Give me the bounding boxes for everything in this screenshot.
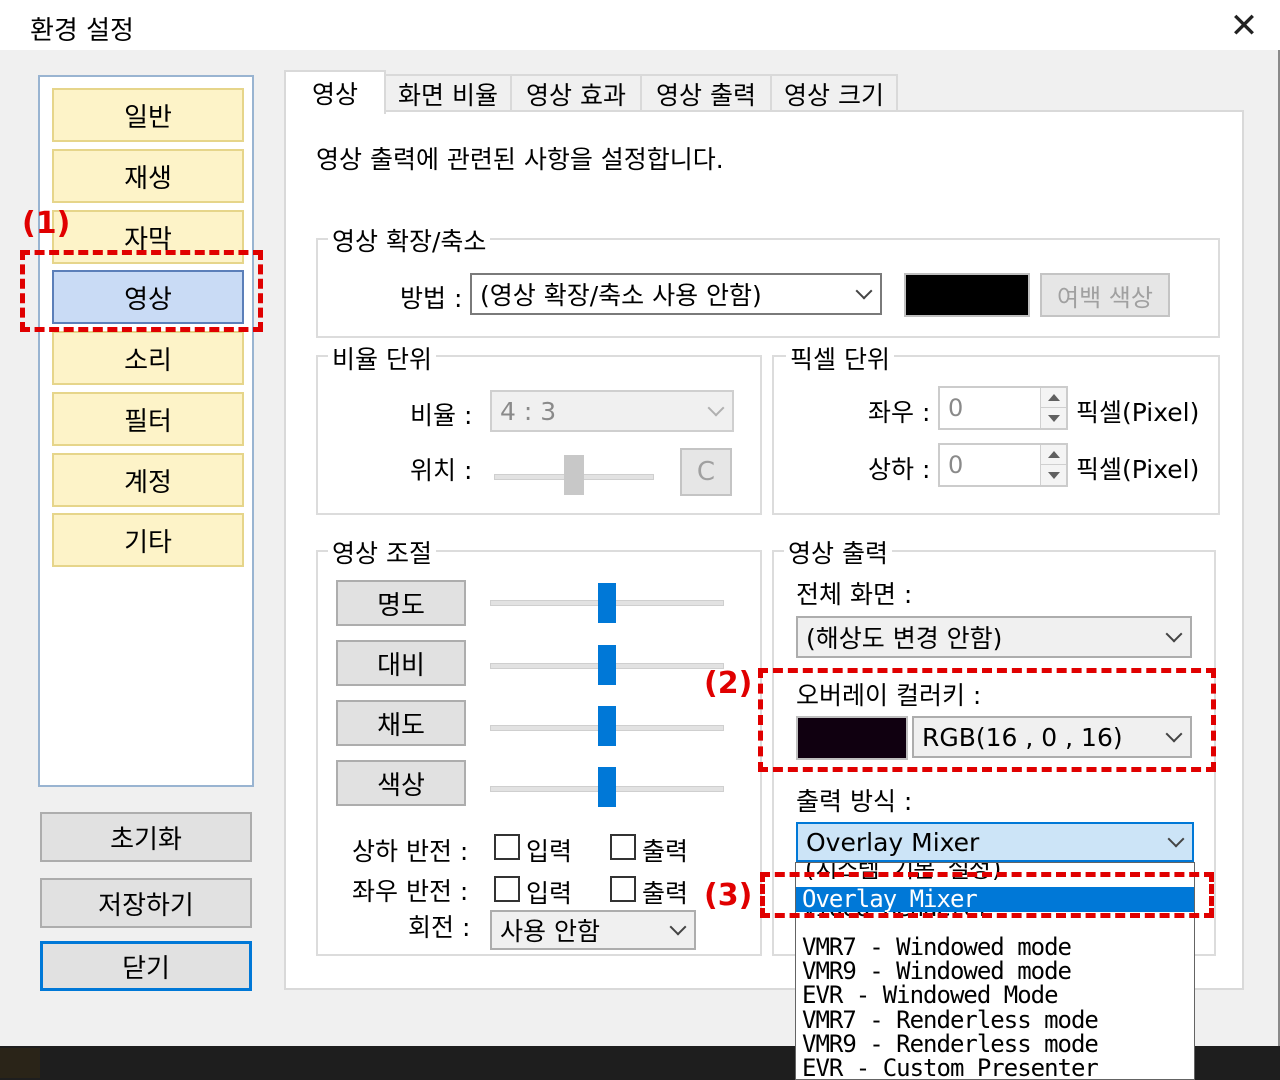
vertical-value: 0 xyxy=(948,451,964,479)
rotate-select[interactable]: 사용 안함 xyxy=(490,910,696,950)
pixel-group-title: 픽셀 단위 xyxy=(786,340,894,376)
flip-vertical-output-checkbox[interactable] xyxy=(610,834,636,860)
contrast-button[interactable]: 대비 xyxy=(336,640,466,686)
chevron-down-icon xyxy=(855,282,873,300)
spin-buttons xyxy=(1040,388,1066,428)
rotate-value: 사용 안함 xyxy=(500,917,600,946)
flip-horizontal-input-label: 입력 xyxy=(526,879,573,908)
close-icon[interactable]: ✕ xyxy=(1222,4,1266,48)
chevron-down-icon xyxy=(1165,625,1183,643)
flip-vertical-input-label: 입력 xyxy=(526,837,573,866)
category-list: 일반 재생 자막 영상 소리 필터 계정 기타 xyxy=(38,75,254,787)
category-sound[interactable]: 소리 xyxy=(52,331,244,385)
vertical-spinner[interactable]: 0 xyxy=(938,443,1068,487)
margin-color-swatch xyxy=(904,273,1030,317)
tab-aspect-ratio[interactable]: 화면 비율 xyxy=(384,74,512,112)
tab-video-output[interactable]: 영상 출력 xyxy=(640,74,772,112)
flip-horizontal-label: 좌우 반전 : xyxy=(352,877,469,906)
ratio-value: 4 : 3 xyxy=(500,396,557,426)
position-label: 위치 : xyxy=(410,456,473,485)
ratio-group-title: 비율 단위 xyxy=(328,340,436,376)
flip-vertical-label: 상하 반전 : xyxy=(352,837,469,866)
brightness-button[interactable]: 명도 xyxy=(336,580,466,626)
category-general[interactable]: 일반 xyxy=(52,88,244,142)
saturation-button[interactable]: 채도 xyxy=(336,700,466,746)
horizontal-label: 좌우 : xyxy=(868,398,931,427)
output-method-select[interactable]: Overlay Mixer xyxy=(796,822,1194,862)
spin-down-icon[interactable] xyxy=(1041,408,1066,428)
horizontal-unit: 픽셀(Pixel) xyxy=(1076,398,1200,427)
scale-method-select[interactable]: (영상 확장/축소 사용 안함) xyxy=(470,273,882,315)
page-description: 영상 출력에 관련된 사항을 설정합니다. xyxy=(316,145,724,174)
dropdown-option[interactable]: EVR - Windowed Mode xyxy=(796,983,1194,1008)
flip-horizontal-output-label: 출력 xyxy=(642,879,689,908)
tab-video-size[interactable]: 영상 크기 xyxy=(770,74,898,112)
scale-group-title: 영상 확장/축소 xyxy=(328,222,491,258)
margin-color-button[interactable]: 여백 색상 xyxy=(1040,273,1170,317)
window-title: 환경 설정 xyxy=(30,16,134,46)
horizontal-spinner[interactable]: 0 xyxy=(938,386,1068,430)
scale-method-value: (영상 확장/축소 사용 안함) xyxy=(480,281,762,310)
ratio-select[interactable]: 4 : 3 xyxy=(490,390,734,432)
output-method-value: Overlay Mixer xyxy=(806,827,980,857)
chevron-down-icon xyxy=(1167,830,1185,848)
vertical-label: 상하 : xyxy=(868,455,931,484)
output-group-title: 영상 출력 xyxy=(784,534,892,570)
annotation-3: (3) xyxy=(704,878,753,913)
flip-horizontal-input-checkbox[interactable] xyxy=(494,876,520,902)
category-filter[interactable]: 필터 xyxy=(52,392,244,446)
rotate-label: 회전 : xyxy=(408,913,471,942)
vertical-unit: 픽셀(Pixel) xyxy=(1076,455,1200,484)
flip-horizontal-output-checkbox[interactable] xyxy=(610,876,636,902)
adjust-group-title: 영상 조절 xyxy=(328,534,436,570)
chevron-down-icon xyxy=(669,918,687,936)
fullscreen-value: (해상도 변경 안함) xyxy=(806,624,1003,653)
category-other[interactable]: 기타 xyxy=(52,513,244,567)
flip-vertical-input-checkbox[interactable] xyxy=(494,834,520,860)
spin-up-icon[interactable] xyxy=(1041,388,1066,408)
category-playback[interactable]: 재생 xyxy=(52,149,244,203)
highlight-box-2 xyxy=(758,668,1216,772)
pixel-group xyxy=(772,355,1220,515)
spin-up-icon[interactable] xyxy=(1041,445,1066,465)
scale-method-label: 방법 : xyxy=(400,284,463,313)
reset-button[interactable]: 초기화 xyxy=(40,812,252,862)
close-button[interactable]: 닫기 xyxy=(40,941,252,991)
position-slider-thumb[interactable] xyxy=(564,455,584,495)
flip-vertical-output-label: 출력 xyxy=(642,837,689,866)
contrast-slider-thumb[interactable] xyxy=(598,645,616,685)
highlight-box-3 xyxy=(760,872,1214,918)
annotation-2: (2) xyxy=(704,666,753,701)
chevron-down-icon xyxy=(707,399,725,417)
save-button[interactable]: 저장하기 xyxy=(40,878,252,928)
title-bar: 환경 설정 ✕ xyxy=(0,0,1280,50)
tab-video[interactable]: 영상 xyxy=(284,70,386,114)
taskbar-item xyxy=(0,1048,40,1078)
fullscreen-label: 전체 화면 : xyxy=(796,580,913,609)
highlight-box-1 xyxy=(20,250,263,332)
hue-button[interactable]: 색상 xyxy=(336,760,466,806)
fullscreen-select[interactable]: (해상도 변경 안함) xyxy=(796,616,1192,658)
tab-video-effects[interactable]: 영상 효과 xyxy=(510,74,642,112)
output-method-label: 출력 방식 : xyxy=(796,787,913,816)
annotation-1: (1) xyxy=(22,206,71,241)
spin-down-icon[interactable] xyxy=(1041,465,1066,485)
hue-slider-thumb[interactable] xyxy=(598,767,616,807)
horizontal-value: 0 xyxy=(948,394,964,422)
dropdown-option[interactable]: EVR - Custom Presenter xyxy=(796,1056,1194,1080)
center-button[interactable]: C xyxy=(680,448,732,496)
saturation-slider-thumb[interactable] xyxy=(598,706,616,746)
brightness-slider-thumb[interactable] xyxy=(598,583,616,623)
category-account[interactable]: 계정 xyxy=(52,453,244,507)
spin-buttons xyxy=(1040,445,1066,485)
ratio-label: 비율 : xyxy=(410,401,473,430)
